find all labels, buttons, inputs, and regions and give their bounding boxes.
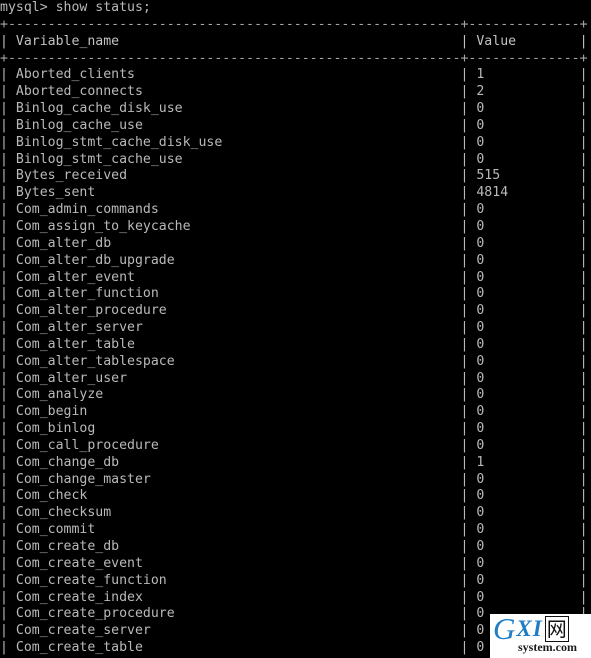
- watermark-domain: system.com: [518, 640, 577, 655]
- table-row: | Aborted_clients | 1 |: [0, 67, 588, 83]
- terminal-screen[interactable]: mysql> show status; +--------------------…: [0, 0, 591, 657]
- watermark-cjk-glyph: 网: [544, 616, 569, 642]
- table-row: | Com_alter_db | 0 |: [0, 235, 588, 251]
- table-row: | Com_begin | 0 |: [0, 404, 588, 420]
- table-row: | Com_alter_tablespace | 0 |: [0, 353, 588, 369]
- table-row: | Com_create_index | 0 |: [0, 589, 588, 605]
- table-row: | Com_alter_user | 0 |: [0, 370, 588, 386]
- table-row: | Com_alter_db_upgrade | 0 |: [0, 252, 588, 268]
- table-row: | Com_change_db | 1 |: [0, 454, 588, 470]
- table-row: | Com_create_function | 0 |: [0, 572, 588, 588]
- table-row: | Bytes_received | 515 |: [0, 168, 588, 184]
- table-row: | Com_alter_event | 0 |: [0, 269, 588, 285]
- table-row: | Com_binlog | 0 |: [0, 421, 588, 437]
- table-row: | Com_alter_procedure | 0 |: [0, 303, 588, 319]
- table-row: | Com_assign_to_keycache | 0 |: [0, 218, 588, 234]
- table-row: | Com_checksum | 0 |: [0, 505, 588, 521]
- table-header-separator: +---------------------------------------…: [0, 50, 588, 66]
- watermark-logo: G XI 网 system.com: [490, 614, 591, 658]
- table-row: | Com_alter_function | 0 |: [0, 286, 588, 302]
- table-row: | Bytes_sent | 4814 |: [0, 185, 588, 201]
- table-row: | Com_change_master | 0 |: [0, 471, 588, 487]
- table-top-border: +---------------------------------------…: [0, 16, 588, 32]
- watermark-letter-g: G: [493, 614, 516, 646]
- table-row: | Com_commit | 0 |: [0, 522, 588, 538]
- table-row: | Com_alter_table | 0 |: [0, 336, 588, 352]
- table-row: | Binlog_cache_use | 0 |: [0, 117, 588, 133]
- table-row: | Com_create_event | 0 |: [0, 555, 588, 571]
- table-row: | Aborted_connects | 2 |: [0, 84, 588, 100]
- table-row: | Com_call_procedure | 0 |: [0, 437, 588, 453]
- table-row: | Com_create_db | 0 |: [0, 539, 588, 554]
- terminal-window[interactable]: mysql> show status; +--------------------…: [0, 0, 591, 658]
- table-row: | Com_alter_server | 0 |: [0, 320, 588, 336]
- table-header-row: | Variable_name | Value |: [0, 33, 588, 49]
- command-prompt-line[interactable]: mysql> show status;: [0, 0, 591, 17]
- table-row: | Binlog_stmt_cache_disk_use | 0 |: [0, 134, 588, 150]
- table-row: | Binlog_stmt_cache_use | 0 |: [0, 151, 588, 167]
- table-row: | Com_admin_commands | 0 |: [0, 202, 588, 218]
- table-row: | Binlog_cache_disk_use | 0 |: [0, 101, 588, 117]
- table-row: | Com_check | 0 |: [0, 488, 588, 504]
- table-row: | Com_analyze | 0 |: [0, 387, 588, 403]
